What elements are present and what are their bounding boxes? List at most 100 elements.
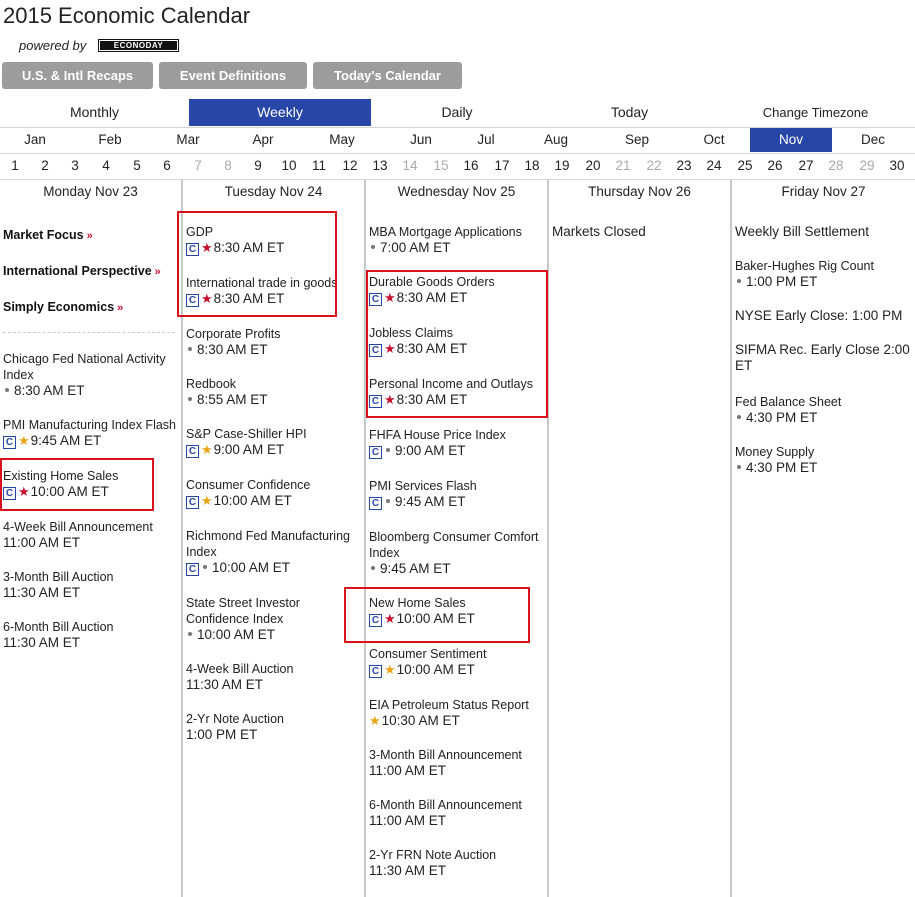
event-name[interactable]: 4-Week Bill Announcement [3, 520, 153, 534]
day-18[interactable]: 18 [520, 155, 544, 177]
event-item[interactable]: SIFMA Rec. Early Close 2:00 ET [735, 342, 913, 374]
month-aug[interactable]: Aug [521, 128, 591, 152]
consensus-icon[interactable]: C [369, 665, 382, 678]
market-focus-link[interactable]: Market Focus» [3, 228, 93, 242]
event-name[interactable]: Redbook [186, 377, 236, 391]
day-4[interactable]: 4 [94, 155, 118, 177]
event-item[interactable]: PMI Services Flash C 9:45 AM ET [369, 478, 547, 510]
event-name[interactable]: 3-Month Bill Auction [3, 570, 113, 584]
day-1[interactable]: 1 [3, 155, 27, 177]
month-jul[interactable]: Jul [451, 128, 521, 152]
day-14[interactable]: 14 [398, 155, 422, 177]
event-name[interactable]: NYSE Early Close: 1:00 PM [735, 308, 902, 323]
month-jun[interactable]: Jun [385, 128, 457, 152]
event-item[interactable]: MBA Mortgage Applications 7:00 AM ET [369, 224, 547, 256]
event-item[interactable]: Richmond Fed Manufacturing Index C 10:00 … [186, 528, 362, 576]
month-jan[interactable]: Jan [0, 128, 70, 152]
event-item[interactable]: EIA Petroleum Status Report ★10:30 AM ET [369, 697, 547, 729]
month-apr[interactable]: Apr [228, 128, 298, 152]
event-item[interactable]: Corporate Profits 8:30 AM ET [186, 326, 362, 358]
day-6[interactable]: 6 [155, 155, 179, 177]
event-item[interactable]: 2-Yr FRN Note Auction 11:30 AM ET [369, 847, 547, 879]
event-definitions-button[interactable]: Event Definitions [159, 62, 307, 89]
day-23[interactable]: 23 [672, 155, 696, 177]
event-name[interactable]: SIFMA Rec. Early Close 2:00 ET [735, 342, 910, 373]
event-item[interactable]: 4-Week Bill Auction 11:30 AM ET [186, 661, 362, 693]
change-timezone-link[interactable]: Change Timezone [716, 99, 915, 126]
day-17[interactable]: 17 [490, 155, 514, 177]
day-21[interactable]: 21 [611, 155, 635, 177]
event-item[interactable]: FHFA House Price Index C 9:00 AM ET [369, 427, 547, 459]
event-item[interactable]: Markets Closed [552, 224, 730, 240]
event-name[interactable]: Corporate Profits [186, 327, 280, 341]
tab-monthly[interactable]: Monthly [0, 99, 189, 126]
event-item[interactable]: Consumer Sentiment C ★10:00 AM ET [369, 646, 547, 678]
event-item[interactable]: Chicago Fed National Activity Index 8:30… [3, 351, 178, 399]
event-item[interactable]: PMI Manufacturing Index Flash C ★9:45 AM … [3, 417, 181, 449]
month-oct[interactable]: Oct [679, 128, 749, 152]
event-name[interactable]: PMI Manufacturing Index Flash [3, 418, 176, 432]
day-10[interactable]: 10 [277, 155, 301, 177]
event-name[interactable]: 6-Month Bill Announcement [369, 798, 522, 812]
consensus-icon[interactable]: C [3, 436, 16, 449]
event-name[interactable]: 3-Month Bill Announcement [369, 748, 522, 762]
day-9[interactable]: 9 [246, 155, 270, 177]
event-name[interactable]: Markets Closed [552, 224, 646, 239]
month-dec[interactable]: Dec [838, 128, 908, 152]
day-19[interactable]: 19 [550, 155, 574, 177]
event-item[interactable]: Baker-Hughes Rig Count 1:00 PM ET [735, 258, 913, 290]
day-2[interactable]: 2 [33, 155, 57, 177]
event-name[interactable]: State Street Investor Confidence Index [186, 596, 300, 626]
day-11[interactable]: 11 [307, 155, 331, 177]
month-may[interactable]: May [306, 128, 378, 152]
event-name[interactable]: 6-Month Bill Auction [3, 620, 113, 634]
recaps-button[interactable]: U.S. & Intl Recaps [2, 62, 153, 89]
day-15[interactable]: 15 [429, 155, 453, 177]
international-perspective-link[interactable]: International Perspective» [3, 264, 161, 278]
day-29[interactable]: 29 [855, 155, 879, 177]
event-item[interactable]: 6-Month Bill Announcement 11:00 AM ET [369, 797, 547, 829]
consensus-icon[interactable]: C [369, 497, 382, 510]
event-item[interactable]: Weekly Bill Settlement [735, 224, 913, 240]
event-name[interactable]: PMI Services Flash [369, 479, 477, 493]
day-22[interactable]: 22 [642, 155, 666, 177]
event-item[interactable]: Bloomberg Consumer Comfort Index 9:45 AM… [369, 529, 547, 577]
month-feb[interactable]: Feb [75, 128, 145, 152]
event-item[interactable]: 4-Week Bill Announcement 11:00 AM ET [3, 519, 178, 551]
event-item[interactable]: Consumer Confidence C ★10:00 AM ET [186, 477, 362, 509]
event-name[interactable]: Bloomberg Consumer Comfort Index [369, 530, 539, 560]
event-item[interactable]: Fed Balance Sheet 4:30 PM ET [735, 394, 913, 426]
event-item[interactable]: NYSE Early Close: 1:00 PM [735, 308, 913, 324]
event-name[interactable]: FHFA House Price Index [369, 428, 506, 442]
consensus-icon[interactable]: C [186, 563, 199, 576]
month-sep[interactable]: Sep [602, 128, 672, 152]
day-8[interactable]: 8 [216, 155, 240, 177]
consensus-icon[interactable]: C [186, 445, 199, 458]
month-nov[interactable]: Nov [750, 128, 832, 152]
day-25[interactable]: 25 [733, 155, 757, 177]
event-name[interactable]: 2-Yr Note Auction [186, 712, 284, 726]
day-24[interactable]: 24 [702, 155, 726, 177]
event-item[interactable]: 2-Yr Note Auction 1:00 PM ET [186, 711, 362, 743]
day-7[interactable]: 7 [186, 155, 210, 177]
day-12[interactable]: 12 [338, 155, 362, 177]
month-mar[interactable]: Mar [152, 128, 224, 152]
consensus-icon[interactable]: C [369, 446, 382, 459]
event-item[interactable]: 3-Month Bill Auction 11:30 AM ET [3, 569, 178, 601]
event-name[interactable]: 2-Yr FRN Note Auction [369, 848, 496, 862]
event-item[interactable]: 6-Month Bill Auction 11:30 AM ET [3, 619, 178, 651]
day-26[interactable]: 26 [763, 155, 787, 177]
day-30[interactable]: 30 [885, 155, 909, 177]
day-28[interactable]: 28 [824, 155, 848, 177]
day-16[interactable]: 16 [459, 155, 483, 177]
event-name[interactable]: Richmond Fed Manufacturing Index [186, 529, 350, 559]
event-name[interactable]: EIA Petroleum Status Report [369, 698, 529, 712]
event-item[interactable]: 3-Month Bill Announcement 11:00 AM ET [369, 747, 547, 779]
event-name[interactable]: Chicago Fed National Activity Index [3, 352, 166, 382]
event-name[interactable]: Consumer Confidence [186, 478, 310, 492]
event-name[interactable]: 4-Week Bill Auction [186, 662, 293, 676]
todays-calendar-button[interactable]: Today's Calendar [313, 62, 462, 89]
day-3[interactable]: 3 [63, 155, 87, 177]
day-13[interactable]: 13 [368, 155, 392, 177]
event-name[interactable]: Weekly Bill Settlement [735, 224, 869, 239]
